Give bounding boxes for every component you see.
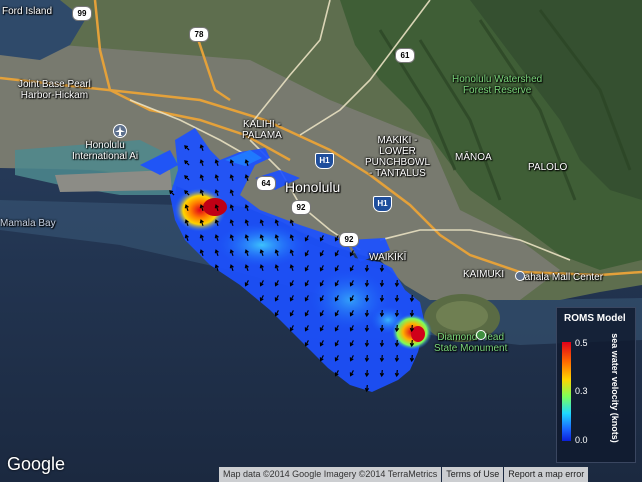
label-kahala: Kahala Mall Center [518,272,604,283]
label-kaimuki: KAIMUKI [463,269,505,280]
colorbar-legend: ROMS Model 0.5 0.3 0.0 sea water velocit… [556,307,636,463]
legend-tick-min: 0.0 [575,435,588,445]
park-icon [476,330,486,340]
route-shield-61: 61 [395,48,415,63]
label-makiki: MAKIKI - LOWER PUNCHBOWL - TANTALUS [365,135,431,179]
airport-icon [113,124,127,138]
interstate-shield-h1a: H1 [315,153,334,169]
route-shield-64: 64 [256,176,276,191]
report-map-error-link[interactable]: Report a map error [504,467,589,482]
label-watershed: Honolulu Watershed Forest Reserve [452,74,543,96]
legend-title: ROMS Model [564,313,626,324]
label-ford-island: Ford Island [2,6,53,17]
satellite-imagery [0,0,642,482]
label-manoa: MĀNOA [455,152,492,163]
label-mamala-bay: Mamala Bay [0,218,56,229]
label-diamond-head: Diamond Head State Monument [434,332,508,354]
shopping-icon [515,271,525,281]
route-shield-78: 78 [189,27,209,42]
legend-tick-mid: 0.3 [575,386,588,396]
map-data-credit: Map data ©2014 Google Imagery ©2014 Terr… [219,467,442,482]
legend-colorbar [562,342,571,441]
label-waikiki: WAIKĪKĪ [369,252,407,263]
legend-tick-max: 0.5 [575,338,588,348]
label-kalihi-palama: KALIHI - PALAMA [242,119,282,141]
legend-axis-label: sea water velocity (knots) [610,333,620,443]
interstate-shield-h1b: H1 [373,196,392,212]
route-shield-92b: 92 [339,232,359,247]
map-attribution: Map data ©2014 Google Imagery ©2014 Terr… [218,467,589,482]
map-canvas[interactable]: Ford Island Joint Base Pearl Harbor-Hick… [0,0,642,482]
route-shield-92a: 92 [291,200,311,215]
label-honolulu: Honolulu [285,179,341,195]
label-honolulu-airport: Honolulu International Ai [72,140,139,162]
label-joint-base: Joint Base Pearl Harbor-Hickam [18,79,91,101]
label-palolo: PALOLO [528,162,568,173]
google-logo[interactable]: Google [7,454,65,475]
route-shield-99: 99 [72,6,92,21]
terms-of-use-link[interactable]: Terms of Use [442,467,504,482]
